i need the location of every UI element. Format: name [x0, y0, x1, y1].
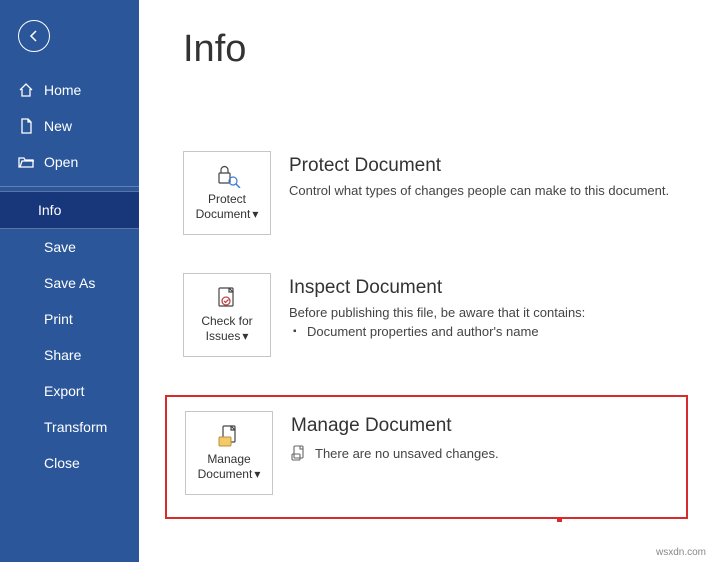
document-folder-icon	[213, 424, 245, 448]
sidebar-item-label: Share	[44, 347, 81, 363]
button-label: Manage Document▾	[190, 452, 268, 482]
sidebar-item-label: Close	[44, 455, 80, 471]
button-label: Protect Document▾	[188, 192, 266, 222]
sidebar-item-label: Print	[44, 311, 73, 327]
page-title: Info	[183, 28, 688, 71]
section-heading: Manage Document	[291, 415, 499, 437]
chevron-down-icon: ▾	[242, 329, 248, 344]
backstage-sidebar: Home New Open Info Save Save As Print Sh…	[0, 0, 139, 562]
manage-document-section-highlighted: Manage Document▾ Manage Document There a…	[165, 395, 688, 519]
chevron-down-icon: ▾	[252, 207, 258, 222]
home-icon	[18, 82, 34, 98]
manage-status-message: There are no unsaved changes.	[291, 445, 499, 461]
sidebar-item-save[interactable]: Save	[0, 229, 139, 265]
manage-document-description: Manage Document There are no unsaved cha…	[291, 411, 499, 461]
section-text: Control what types of changes people can…	[289, 183, 688, 198]
sidebar-item-label: Home	[44, 82, 81, 98]
sidebar-item-close[interactable]: Close	[0, 445, 139, 481]
status-text: There are no unsaved changes.	[315, 446, 499, 461]
sidebar-item-label: Export	[44, 383, 84, 399]
inspect-document-section: Check for Issues▾ Inspect Document Befor…	[183, 273, 688, 357]
watermark-text: wsxdn.com	[656, 547, 706, 558]
protect-document-section: Protect Document▾ Protect Document Contr…	[183, 151, 688, 235]
section-text: Before publishing this file, be aware th…	[289, 305, 688, 320]
sidebar-item-export[interactable]: Export	[0, 373, 139, 409]
back-button[interactable]	[18, 20, 50, 52]
button-label: Check for Issues▾	[188, 314, 266, 344]
arrow-left-icon	[26, 28, 42, 44]
sidebar-item-open[interactable]: Open	[0, 144, 139, 180]
sidebar-item-transform[interactable]: Transform	[0, 409, 139, 445]
sidebar-item-save-as[interactable]: Save As	[0, 265, 139, 301]
annotation-dot	[557, 517, 562, 522]
sidebar-item-label: New	[44, 118, 72, 134]
document-check-icon	[211, 286, 243, 310]
list-item: Document properties and author's name	[307, 324, 688, 339]
folder-open-icon	[18, 154, 34, 170]
manage-document-button[interactable]: Manage Document▾	[185, 411, 273, 495]
inspect-document-description: Inspect Document Before publishing this …	[289, 273, 688, 339]
sidebar-item-label: Transform	[44, 419, 107, 435]
section-heading: Inspect Document	[289, 277, 688, 299]
sidebar-item-label: Info	[38, 202, 61, 218]
check-for-issues-button[interactable]: Check for Issues▾	[183, 273, 271, 357]
sidebar-item-home[interactable]: Home	[0, 72, 139, 108]
sidebar-item-new[interactable]: New	[0, 108, 139, 144]
sidebar-item-info[interactable]: Info	[0, 191, 139, 229]
protect-document-button[interactable]: Protect Document▾	[183, 151, 271, 235]
protect-document-description: Protect Document Control what types of c…	[289, 151, 688, 198]
sidebar-secondary-nav: Info Save Save As Print Share Export Tra…	[0, 191, 139, 481]
sidebar-item-label: Open	[44, 154, 78, 170]
lock-shield-icon	[211, 164, 243, 188]
document-icon	[18, 118, 34, 134]
chevron-down-icon: ▾	[254, 467, 260, 482]
sidebar-item-label: Save As	[44, 275, 95, 291]
main-content: Info Protect Document▾ Protect Document …	[139, 0, 712, 562]
sidebar-primary-nav: Home New Open	[0, 72, 139, 180]
sidebar-item-share[interactable]: Share	[0, 337, 139, 373]
sidebar-item-print[interactable]: Print	[0, 301, 139, 337]
sidebar-item-label: Save	[44, 239, 76, 255]
unsaved-document-icon	[291, 445, 307, 461]
inspect-issues-list: Document properties and author's name	[289, 324, 688, 339]
section-heading: Protect Document	[289, 155, 688, 177]
sidebar-divider	[0, 186, 139, 187]
